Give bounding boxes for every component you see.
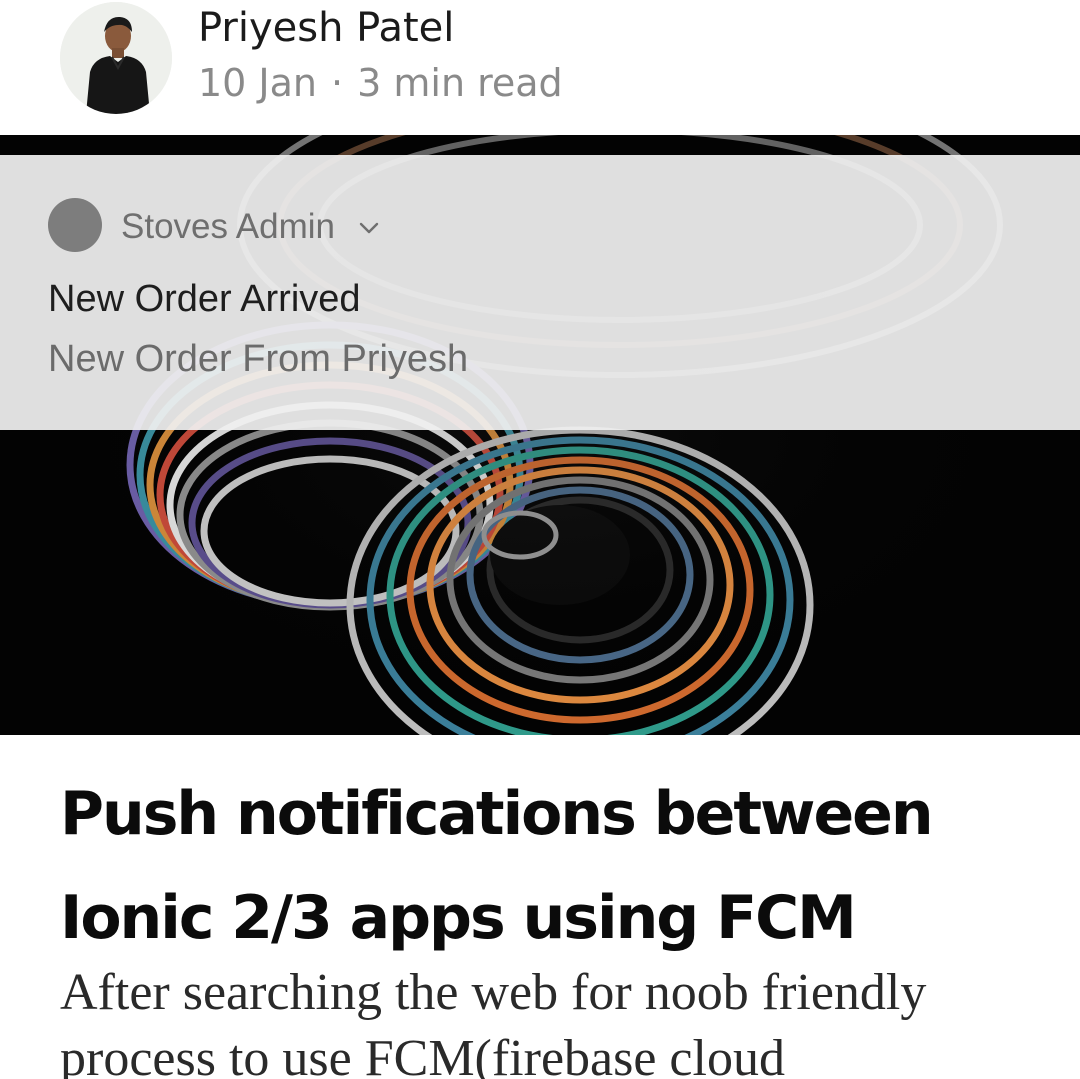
post-date: 10 Jan: [198, 61, 318, 105]
author-name[interactable]: Priyesh Patel: [198, 2, 454, 54]
author-photo-image: [60, 2, 172, 114]
notification-app-name: Stoves Admin: [121, 207, 335, 246]
notification-body: New Order From Priyesh: [48, 338, 469, 380]
meta-separator: ·: [331, 61, 344, 105]
circle-avatar-icon: [48, 198, 102, 252]
article-subtitle[interactable]: After searching the web for noob friendl…: [60, 960, 1060, 1079]
author-header: Priyesh Patel 10 Jan · 3 min read: [0, 0, 1080, 135]
notification-title: New Order Arrived: [48, 278, 361, 320]
chevron-down-icon[interactable]: [358, 217, 380, 239]
push-notification[interactable]: Stoves Admin New Order Arrived New Order…: [0, 155, 1080, 430]
read-time: 3 min read: [357, 61, 563, 105]
author-avatar[interactable]: [60, 2, 172, 114]
post-meta: 10 Jan · 3 min read: [198, 58, 563, 108]
article-title[interactable]: Push notifications between Ionic 2/3 app…: [60, 762, 1040, 970]
